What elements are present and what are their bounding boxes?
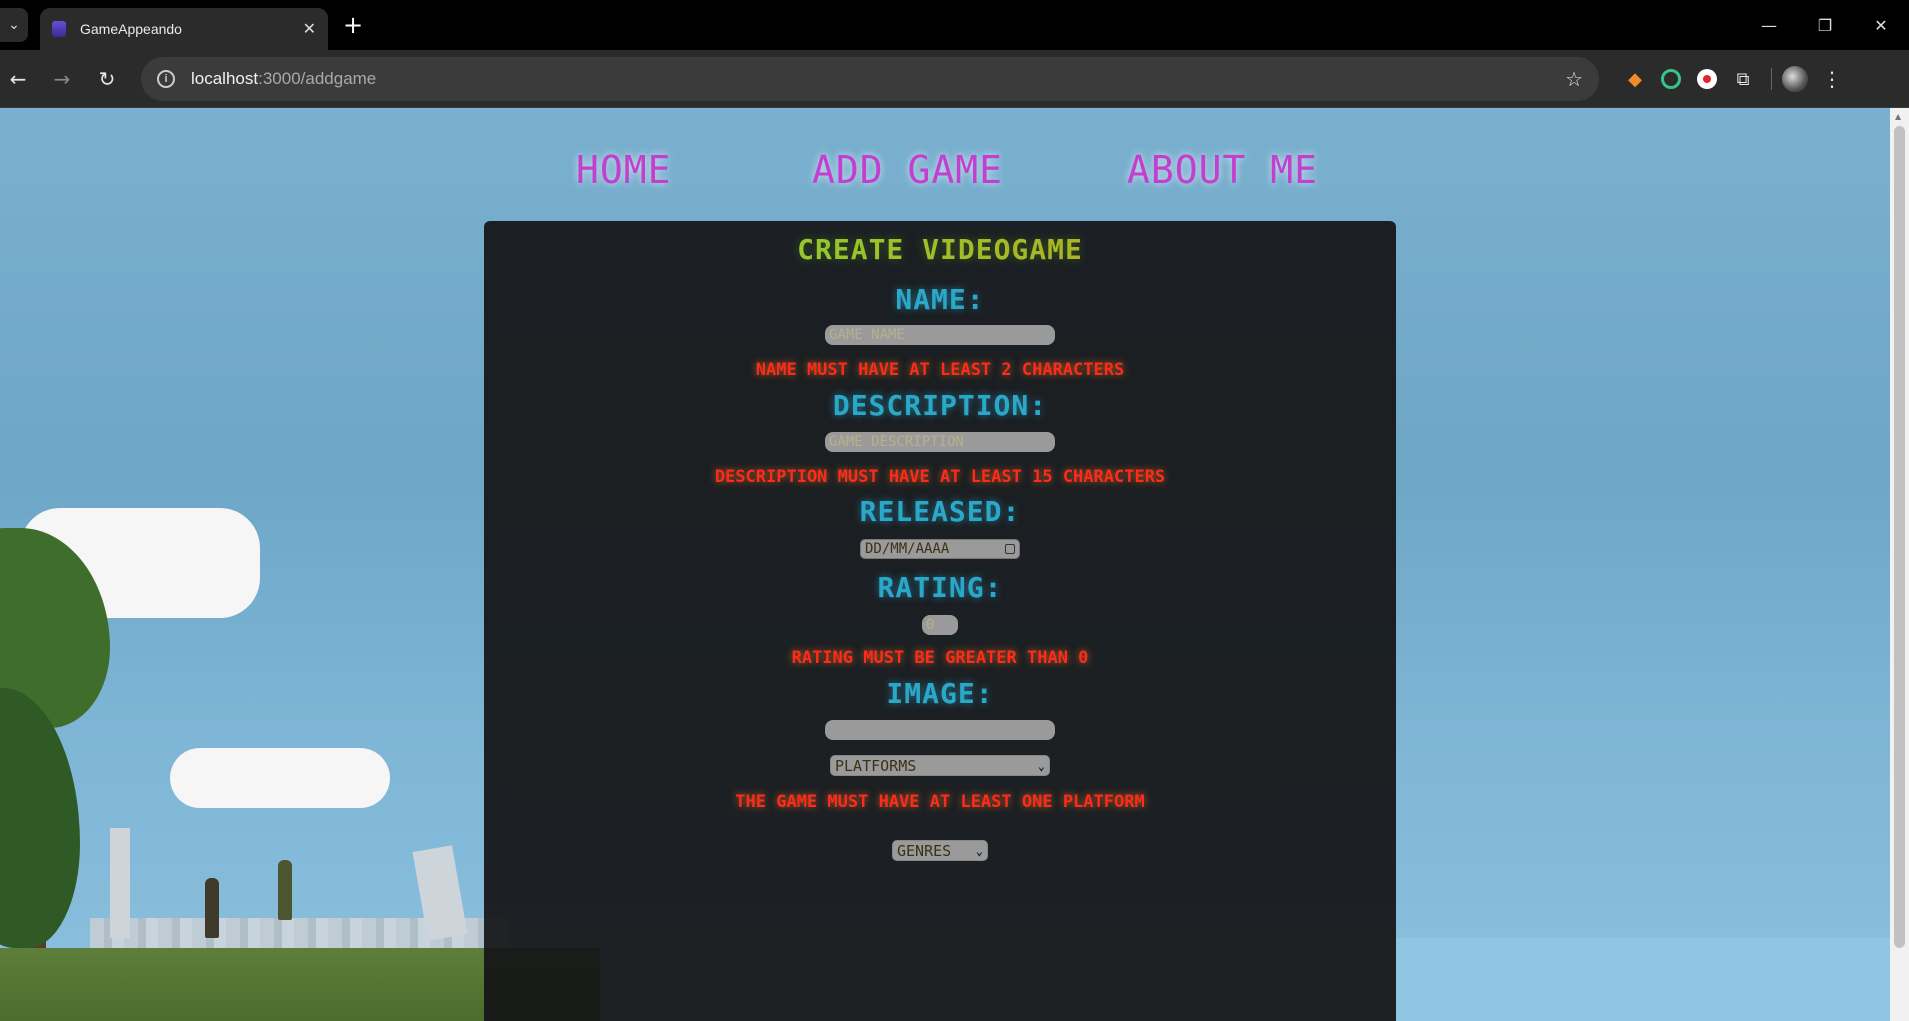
site-navbar: HOME ADD GAME ABOUT ME [0,148,1890,208]
background-tower [110,828,130,938]
nav-home-link[interactable]: HOME [576,148,672,192]
description-error: DESCRIPTION MUST HAVE AT LEAST 15 CHARAC… [714,467,1166,487]
create-game-form: CREATE VIDEOGAME NAME: NAME MUST HAVE AT… [484,221,1396,1021]
toolbar-divider [1771,68,1772,90]
platforms-select-value: PLATFORMS [835,756,917,775]
background-cloud [170,748,390,808]
record-extension-icon[interactable] [1689,61,1725,97]
bookmark-star-icon[interactable]: ☆ [1565,67,1583,92]
window-controls: — ❐ ✕ [1741,0,1909,50]
image-label: IMAGE: [886,677,994,710]
url-path: :3000/addgame [258,69,377,88]
profile-avatar[interactable] [1782,66,1808,92]
genres-select[interactable]: GENRES ⌄ [892,840,988,861]
forward-arrow-icon[interactable]: → [46,63,78,95]
nav-about-me-link[interactable]: ABOUT ME [1127,148,1318,192]
address-bar[interactable]: i localhost:3000/addgame ☆ [141,57,1599,101]
form-title: CREATE VIDEOGAME [484,233,1396,266]
platforms-select[interactable]: PLATFORMS ⌄ [830,755,1050,776]
browser-tab-bar: ⌄ GameAppeando ✕ + — ❐ ✕ [0,0,1909,50]
page-scrollbar[interactable]: ▲ [1890,108,1909,1021]
tab-search-chevron-icon[interactable]: ⌄ [0,8,28,42]
chevron-down-icon: ⌄ [1037,758,1045,773]
name-input[interactable] [825,325,1055,345]
background-character [205,878,219,938]
scrollbar-thumb[interactable] [1894,126,1905,948]
nav-add-game-link[interactable]: ADD GAME [812,148,1003,192]
rating-label: RATING: [877,571,1003,604]
tab-close-icon[interactable]: ✕ [303,19,316,39]
name-error: NAME MUST HAVE AT LEAST 2 CHARACTERS [755,360,1125,380]
description-input[interactable] [825,432,1055,452]
minimize-icon[interactable]: — [1741,0,1797,50]
page-viewport: HOME ADD GAME ABOUT ME CREATE VIDEOGAME … [0,108,1890,1021]
rating-error: RATING MUST BE GREATER THAN 0 [791,648,1089,668]
released-label: RELEASED: [859,495,1021,528]
scroll-up-arrow-icon[interactable]: ▲ [1895,112,1901,121]
ring-extension-icon[interactable] [1653,61,1689,97]
description-label: DESCRIPTION: [832,389,1048,422]
name-label: NAME: [895,283,985,316]
image-input[interactable] [825,720,1055,740]
platforms-error: THE GAME MUST HAVE AT LEAST ONE PLATFORM [735,792,1145,812]
date-placeholder: DD/MM/AAAA [865,541,950,557]
metamask-fox-icon[interactable]: ◆ [1617,61,1653,97]
extensions-area: ◆ ⧉ ⋮ [1617,59,1842,99]
back-arrow-icon[interactable]: ← [2,63,34,95]
site-info-icon[interactable]: i [157,70,175,88]
reload-icon[interactable]: ↻ [91,63,123,95]
browser-menu-icon[interactable]: ⋮ [1822,67,1842,91]
tab-title: GameAppeando [80,21,182,37]
extensions-puzzle-icon[interactable]: ⧉ [1725,61,1761,97]
new-tab-button[interactable]: + [343,11,363,39]
released-date-input[interactable]: DD/MM/AAAA [860,539,1020,559]
background-tree [0,688,80,948]
browser-tab[interactable]: GameAppeando ✕ [40,8,328,50]
tab-favicon-icon [52,21,66,37]
rating-input[interactable] [922,615,958,635]
browser-toolbar: ← → ↻ i localhost:3000/addgame ☆ ◆ ⧉ ⋮ [0,50,1909,108]
background-character [278,860,292,920]
chevron-down-icon: ⌄ [975,843,983,858]
genres-select-value: GENRES [897,841,952,860]
calendar-icon[interactable] [1005,544,1015,554]
restore-icon[interactable]: ❐ [1797,0,1853,50]
window-close-icon[interactable]: ✕ [1853,0,1909,50]
url-host: localhost [191,69,259,88]
